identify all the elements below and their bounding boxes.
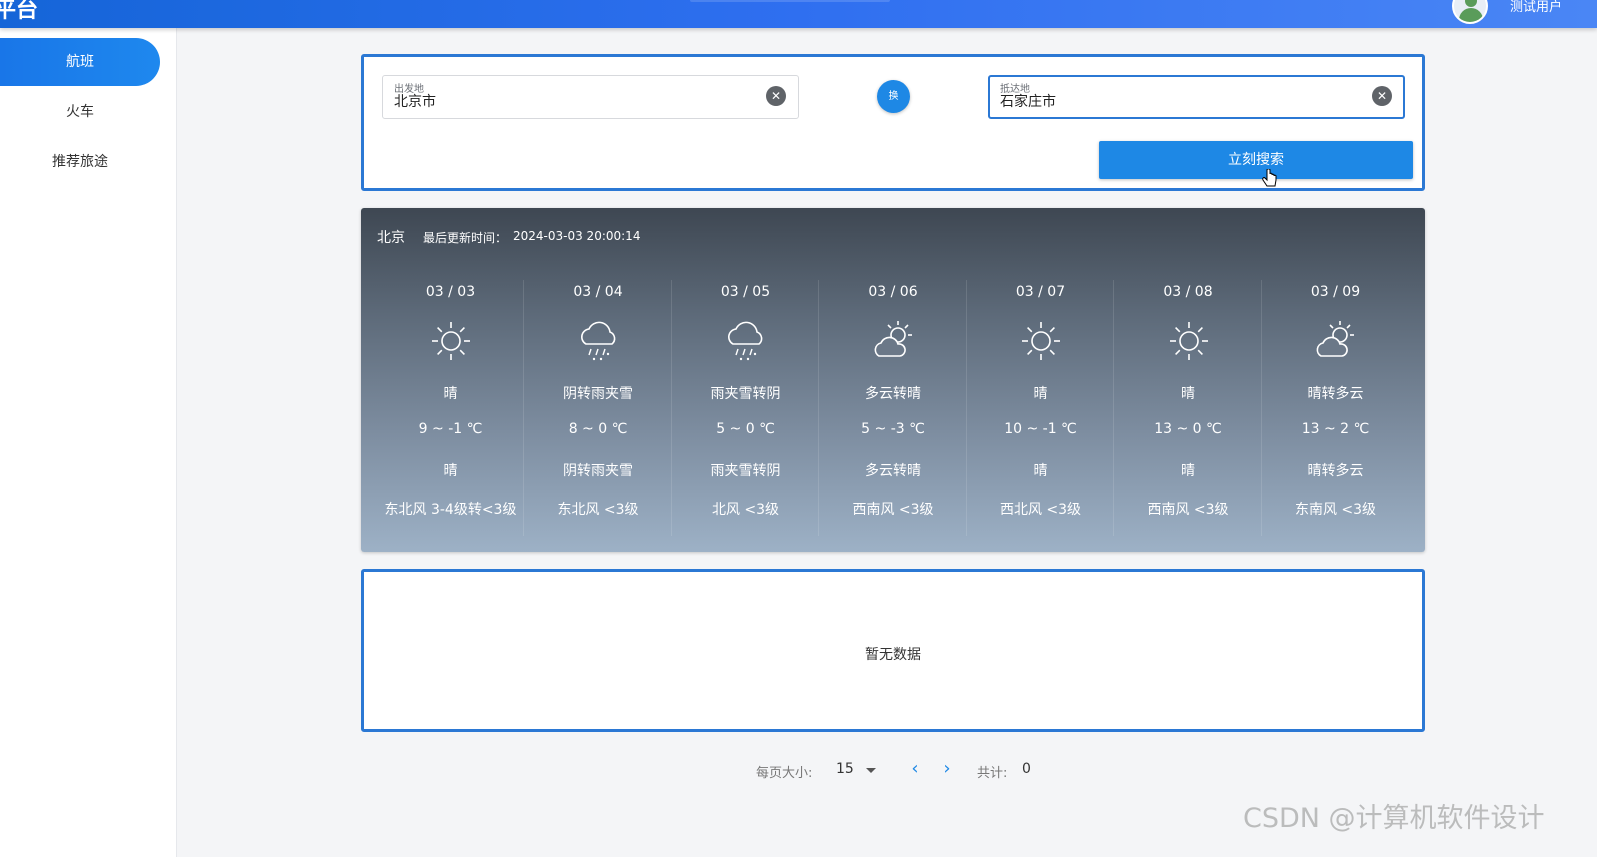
forecast-day: 03 / 09 晴转多云 13 ~ 2 ℃ 晴转多云东南风 <3级	[1262, 280, 1409, 536]
search-button[interactable]: 立刻搜索	[1099, 141, 1413, 179]
forecast-condition-secondary: 多云转晴	[865, 463, 921, 479]
forecast-condition: 晴	[443, 386, 458, 402]
forecast-wind: 北风 <3级	[711, 502, 780, 518]
page-size-label: 每页大小:	[756, 766, 813, 781]
forecast-condition: 阴转雨夹雪	[563, 386, 633, 402]
brand-title: 平台	[0, 0, 39, 23]
rain-snow-icon	[580, 321, 615, 361]
caret-down-icon[interactable]	[866, 768, 876, 773]
forecast-day: 03 / 05 雨夹雪转阴 5 ~ 0 ℃ 雨夹雪转阴北风 <3级	[672, 280, 819, 536]
search-card: 出发地 ✕ 换 抵达地 ✕ 立刻搜索	[361, 54, 1425, 191]
forecast-condition-secondary: 晴	[1181, 463, 1195, 479]
sunny-icon	[432, 322, 470, 360]
sunny-icon	[1169, 322, 1208, 360]
sidebar: 航班 火车 推荐旅途	[0, 28, 177, 857]
forecast-date: 03 / 07	[1015, 284, 1066, 300]
forecast-day: 03 / 03 晴 9 ~ -1 ℃ 晴东北风 3-4级转<3级	[377, 280, 524, 536]
swap-button[interactable]: 换	[877, 80, 910, 113]
rain-snow-icon	[728, 321, 763, 361]
forecast-temperature: 13 ~ 2 ℃	[1301, 421, 1370, 437]
weather-card: 北京 最后更新时间： 2024-03-03 20:00:14 03 / 03 晴 9…	[361, 208, 1425, 552]
forecast-date: 03 / 04	[573, 284, 623, 300]
forecast-temperature: 10 ~ -1 ℃	[1004, 421, 1077, 437]
sidebar-item-flight[interactable]: 航班	[0, 38, 160, 86]
update-time-value: 2024-03-03 20:00:14	[513, 229, 641, 243]
empty-state-text: 暂无数据	[865, 647, 921, 663]
sidebar-item-train[interactable]: 火车	[0, 88, 160, 136]
results-card: 暂无数据	[361, 569, 1425, 732]
forecast-condition-secondary: 阴转雨夹雪	[563, 463, 633, 479]
watermark: CSDN @计算机软件设计	[1243, 803, 1545, 834]
forecast-condition: 多云转晴	[865, 386, 921, 402]
departure-field[interactable]: 出发地 ✕	[382, 75, 799, 119]
page-size-select[interactable]: 15	[836, 761, 854, 777]
destination-clear-icon[interactable]: ✕	[1372, 86, 1392, 106]
forecast-condition-secondary: 晴转多云	[1307, 463, 1364, 479]
forecast-condition: 雨夹雪转阴	[710, 386, 781, 402]
chevron-left-icon[interactable]: ‹	[906, 758, 924, 780]
forecast-wind: 东北风 <3级	[557, 502, 639, 518]
forecast-date: 03 / 09	[1310, 284, 1361, 300]
departure-clear-icon[interactable]: ✕	[766, 86, 786, 106]
forecast-temperature: 8 ~ 0 ℃	[568, 421, 628, 437]
forecast-wind: 东北风 3-4级转<3级	[384, 502, 517, 518]
forecast-wind: 西南风 <3级	[852, 502, 934, 518]
forecast-day: 03 / 06 多云转晴 5 ~ -3 ℃ 多云转晴西南风 <3级	[820, 280, 967, 536]
forecast-temperature: 5 ~ -3 ℃	[861, 421, 925, 437]
forecast-day: 03 / 04 阴转雨夹雪 8 ~ 0 ℃ 阴转雨夹雪东北风 <3级	[525, 280, 672, 536]
sunny-icon	[1022, 322, 1060, 360]
forecast-temperature: 13 ~ 0 ℃	[1154, 421, 1222, 437]
update-time-label: 最后更新时间：	[423, 231, 508, 245]
forecast-temperature: 5 ~ 0 ℃	[716, 421, 775, 437]
forecast-condition-secondary: 晴	[1033, 463, 1048, 479]
avatar-body-icon	[1459, 8, 1483, 22]
forecast-condition: 晴	[1181, 386, 1195, 402]
forecast-wind: 西南风 <3级	[1147, 502, 1229, 518]
forecast-day: 03 / 08 晴 13 ~ 0 ℃ 晴西南风 <3级	[1115, 280, 1262, 536]
forecast-day: 03 / 07 晴 10 ~ -1 ℃ 晴西北风 <3级	[967, 280, 1114, 536]
forecast-date: 03 / 05	[720, 284, 771, 300]
sidebar-item-recommended-trips[interactable]: 推荐旅途	[0, 138, 160, 186]
forecast-temperature: 9 ~ -1 ℃	[418, 421, 483, 437]
forecast-wind: 东南风 <3级	[1294, 502, 1377, 518]
destination-input[interactable]	[1000, 93, 1360, 109]
forecast-condition-secondary: 雨夹雪转阴	[710, 463, 781, 479]
total-label: 共计:	[977, 766, 1008, 781]
chevron-right-icon[interactable]: ›	[938, 758, 956, 780]
hand-cursor-icon	[1262, 169, 1277, 187]
forecast-date: 03 / 08	[1163, 284, 1213, 300]
forecast-condition: 晴	[1033, 386, 1048, 402]
departure-input[interactable]	[394, 93, 754, 109]
forecast-date: 03 / 06	[868, 284, 918, 300]
destination-field[interactable]: 抵达地 ✕	[988, 75, 1405, 119]
forecast-condition-secondary: 晴	[443, 463, 458, 479]
partly-cloudy-icon	[874, 321, 912, 357]
forecast-wind: 西北风 <3级	[999, 502, 1082, 518]
partly-cloudy-icon	[1316, 321, 1354, 357]
header-decoration	[690, 0, 890, 2]
avatar-head-icon	[1465, 0, 1477, 7]
total-count: 0	[1022, 761, 1031, 777]
weather-city: 北京	[377, 230, 405, 246]
user-avatar[interactable]	[1452, 0, 1488, 24]
username-label[interactable]: 测试用户	[1510, 0, 1562, 15]
forecast-condition: 晴转多云	[1307, 386, 1364, 402]
top-header: 平台 测试用户	[0, 0, 1597, 28]
forecast-date: 03 / 03	[425, 284, 476, 300]
